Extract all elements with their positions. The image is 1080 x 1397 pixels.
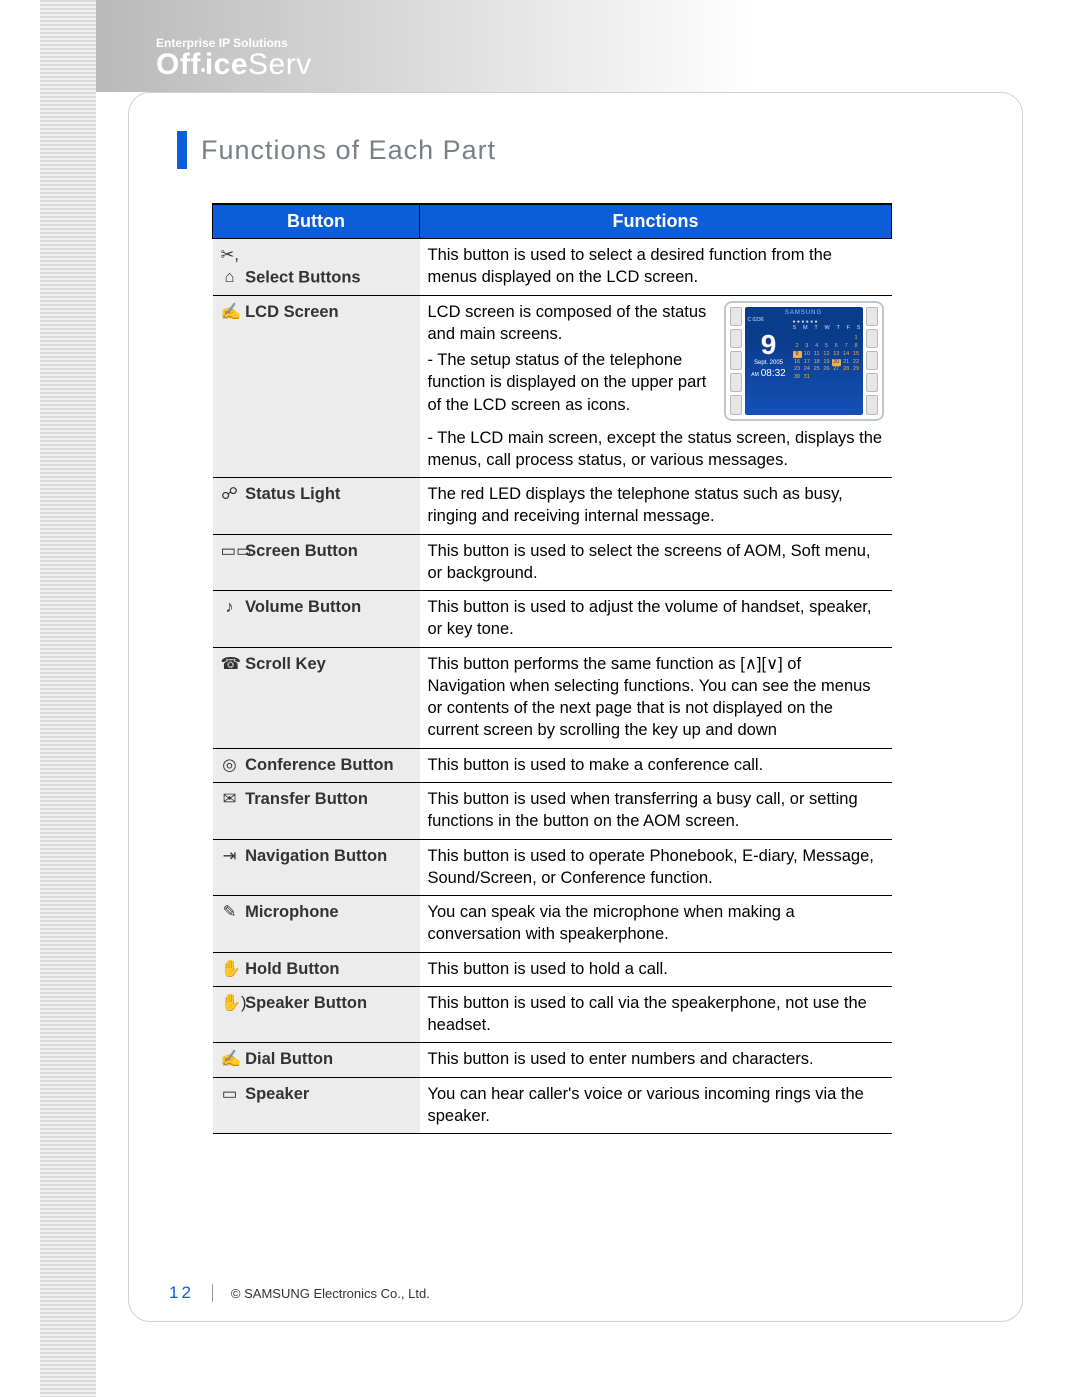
navigation-label: Navigation Button xyxy=(245,847,387,865)
speaker-button-icon: ✋) xyxy=(221,992,239,1014)
speaker-icon: ▭ xyxy=(221,1083,239,1105)
table-row: ✂, ⌂ Select Buttons This button is used … xyxy=(213,239,892,296)
lcd-mock-brand: SAMSUNG xyxy=(745,307,863,317)
table-row: ▭▭ Screen Button This button is used to … xyxy=(213,534,892,591)
speaker-button-label: Speaker Button xyxy=(245,994,367,1012)
speaker-label: Speaker xyxy=(245,1085,309,1103)
lcd-label: LCD Screen xyxy=(245,303,339,321)
left-texture-strip xyxy=(40,0,96,1397)
lcd-mock-image: SAMSUNG C 0236 9 Sept. 2005 AM 08:32 xyxy=(724,301,884,421)
brand-light: Serv xyxy=(248,48,312,81)
lcd-desc-intro: LCD screen is composed of the status and… xyxy=(428,301,714,346)
screen-desc: This button is used to select the screen… xyxy=(420,534,892,591)
scroll-desc: This button performs the same function a… xyxy=(420,647,892,748)
table-row: ♪ Volume Button This button is used to a… xyxy=(213,591,892,648)
conference-label: Conference Button xyxy=(245,756,394,774)
status-desc: The red LED displays the telephone statu… xyxy=(420,478,892,535)
microphone-label: Microphone xyxy=(245,903,339,921)
screen-label: Screen Button xyxy=(245,542,358,560)
volume-icon: ♪ xyxy=(221,596,239,618)
title-accent-bar xyxy=(177,131,187,169)
hold-icon: ✋ xyxy=(221,958,239,980)
page-footer: 12 © SAMSUNG Electronics Co., Ltd. xyxy=(169,1283,430,1303)
lcd-icon: ✍ xyxy=(221,301,239,323)
dow: S xyxy=(793,325,797,332)
dow: W xyxy=(824,325,829,332)
select-label: Select Buttons xyxy=(245,268,361,286)
scroll-icon: ☎ xyxy=(221,653,239,675)
page-number: 12 xyxy=(169,1283,194,1303)
dow: S xyxy=(857,325,861,332)
header-band: Enterprise IP Solutions OfficeServ xyxy=(96,0,1040,92)
microphone-icon: ✎ xyxy=(221,901,239,923)
transfer-desc: This button is used when transferring a … xyxy=(420,782,892,839)
page-frame: Functions of Each Part Button Functions … xyxy=(128,92,1023,1322)
lcd-mock-code: C 0236 xyxy=(745,317,793,324)
screen-icon: ▭▭ xyxy=(221,540,239,562)
footer-divider xyxy=(212,1284,213,1302)
conference-desc: This button is used to make a conference… xyxy=(420,748,892,782)
hold-desc: This button is used to hold a call. xyxy=(420,952,892,986)
lcd-mock-month: Sept. 2005 xyxy=(745,359,793,367)
status-label: Status Light xyxy=(245,485,340,503)
brand-bold: Office xyxy=(156,48,248,81)
lcd-mock-am: AM xyxy=(751,372,759,378)
table-row: ◎ Conference Button This button is used … xyxy=(213,748,892,782)
table-row: ✋) Speaker Button This button is used to… xyxy=(213,986,892,1043)
dow: T xyxy=(836,325,839,332)
table-row: ▭ Speaker You can hear caller's voice or… xyxy=(213,1077,892,1134)
dial-icon: ✍ xyxy=(221,1048,239,1070)
lcd-calendar-grid: 1 2345678 9101112131415 16171819202122 2… xyxy=(793,335,861,382)
speaker-desc: You can hear caller's voice or various i… xyxy=(420,1077,892,1134)
lcd-desc-b2: - The LCD main screen, except the status… xyxy=(428,427,884,472)
table-row: ✎ Microphone You can speak via the micro… xyxy=(213,896,892,953)
navigation-icon: ⇥ xyxy=(221,845,239,867)
copyright-text: © SAMSUNG Electronics Co., Ltd. xyxy=(231,1286,430,1301)
lcd-mock-time: 08:32 xyxy=(761,368,786,379)
table-row: ✉ Transfer Button This button is used wh… xyxy=(213,782,892,839)
dial-desc: This button is used to enter numbers and… xyxy=(420,1043,892,1077)
select-icon: ✂, ⌂ xyxy=(221,244,239,289)
speaker-button-desc: This button is used to call via the spea… xyxy=(420,986,892,1043)
scroll-label: Scroll Key xyxy=(245,655,326,673)
transfer-label: Transfer Button xyxy=(245,790,368,808)
col-functions: Functions xyxy=(420,204,892,239)
conference-icon: ◎ xyxy=(221,754,239,776)
table-row: ☎ Scroll Key This button performs the sa… xyxy=(213,647,892,748)
navigation-desc: This button is used to operate Phonebook… xyxy=(420,839,892,896)
table-row: ✍ LCD Screen LCD screen is composed of t… xyxy=(213,295,892,478)
col-button: Button xyxy=(213,204,420,239)
dow: T xyxy=(814,325,817,332)
hold-label: Hold Button xyxy=(245,960,339,978)
table-row: ⇥ Navigation Button This button is used … xyxy=(213,839,892,896)
tagline: Enterprise IP Solutions xyxy=(156,0,1040,50)
volume-desc: This button is used to adjust the volume… xyxy=(420,591,892,648)
parts-table: Button Functions ✂, ⌂ Select Buttons Thi… xyxy=(212,203,892,1134)
table-row: ✍ Dial Button This button is used to ent… xyxy=(213,1043,892,1077)
volume-label: Volume Button xyxy=(245,598,361,616)
status-icon: ☍ xyxy=(221,483,239,505)
table-row: ☍ Status Light The red LED displays the … xyxy=(213,478,892,535)
table-row: ✋ Hold Button This button is used to hol… xyxy=(213,952,892,986)
lcd-mock-big: 9 xyxy=(745,331,793,359)
lcd-desc-b1: - The setup status of the telephone func… xyxy=(428,349,714,416)
microphone-desc: You can speak via the microphone when ma… xyxy=(420,896,892,953)
brand-logo: OfficeServ xyxy=(156,48,1040,82)
select-desc: This button is used to select a desired … xyxy=(420,239,892,296)
section-title: Functions of Each Part xyxy=(201,135,496,166)
dow: F xyxy=(847,325,850,332)
transfer-icon: ✉ xyxy=(221,788,239,810)
dial-label: Dial Button xyxy=(245,1050,333,1068)
dow: M xyxy=(803,325,808,332)
section-title-wrap: Functions of Each Part xyxy=(177,131,974,169)
